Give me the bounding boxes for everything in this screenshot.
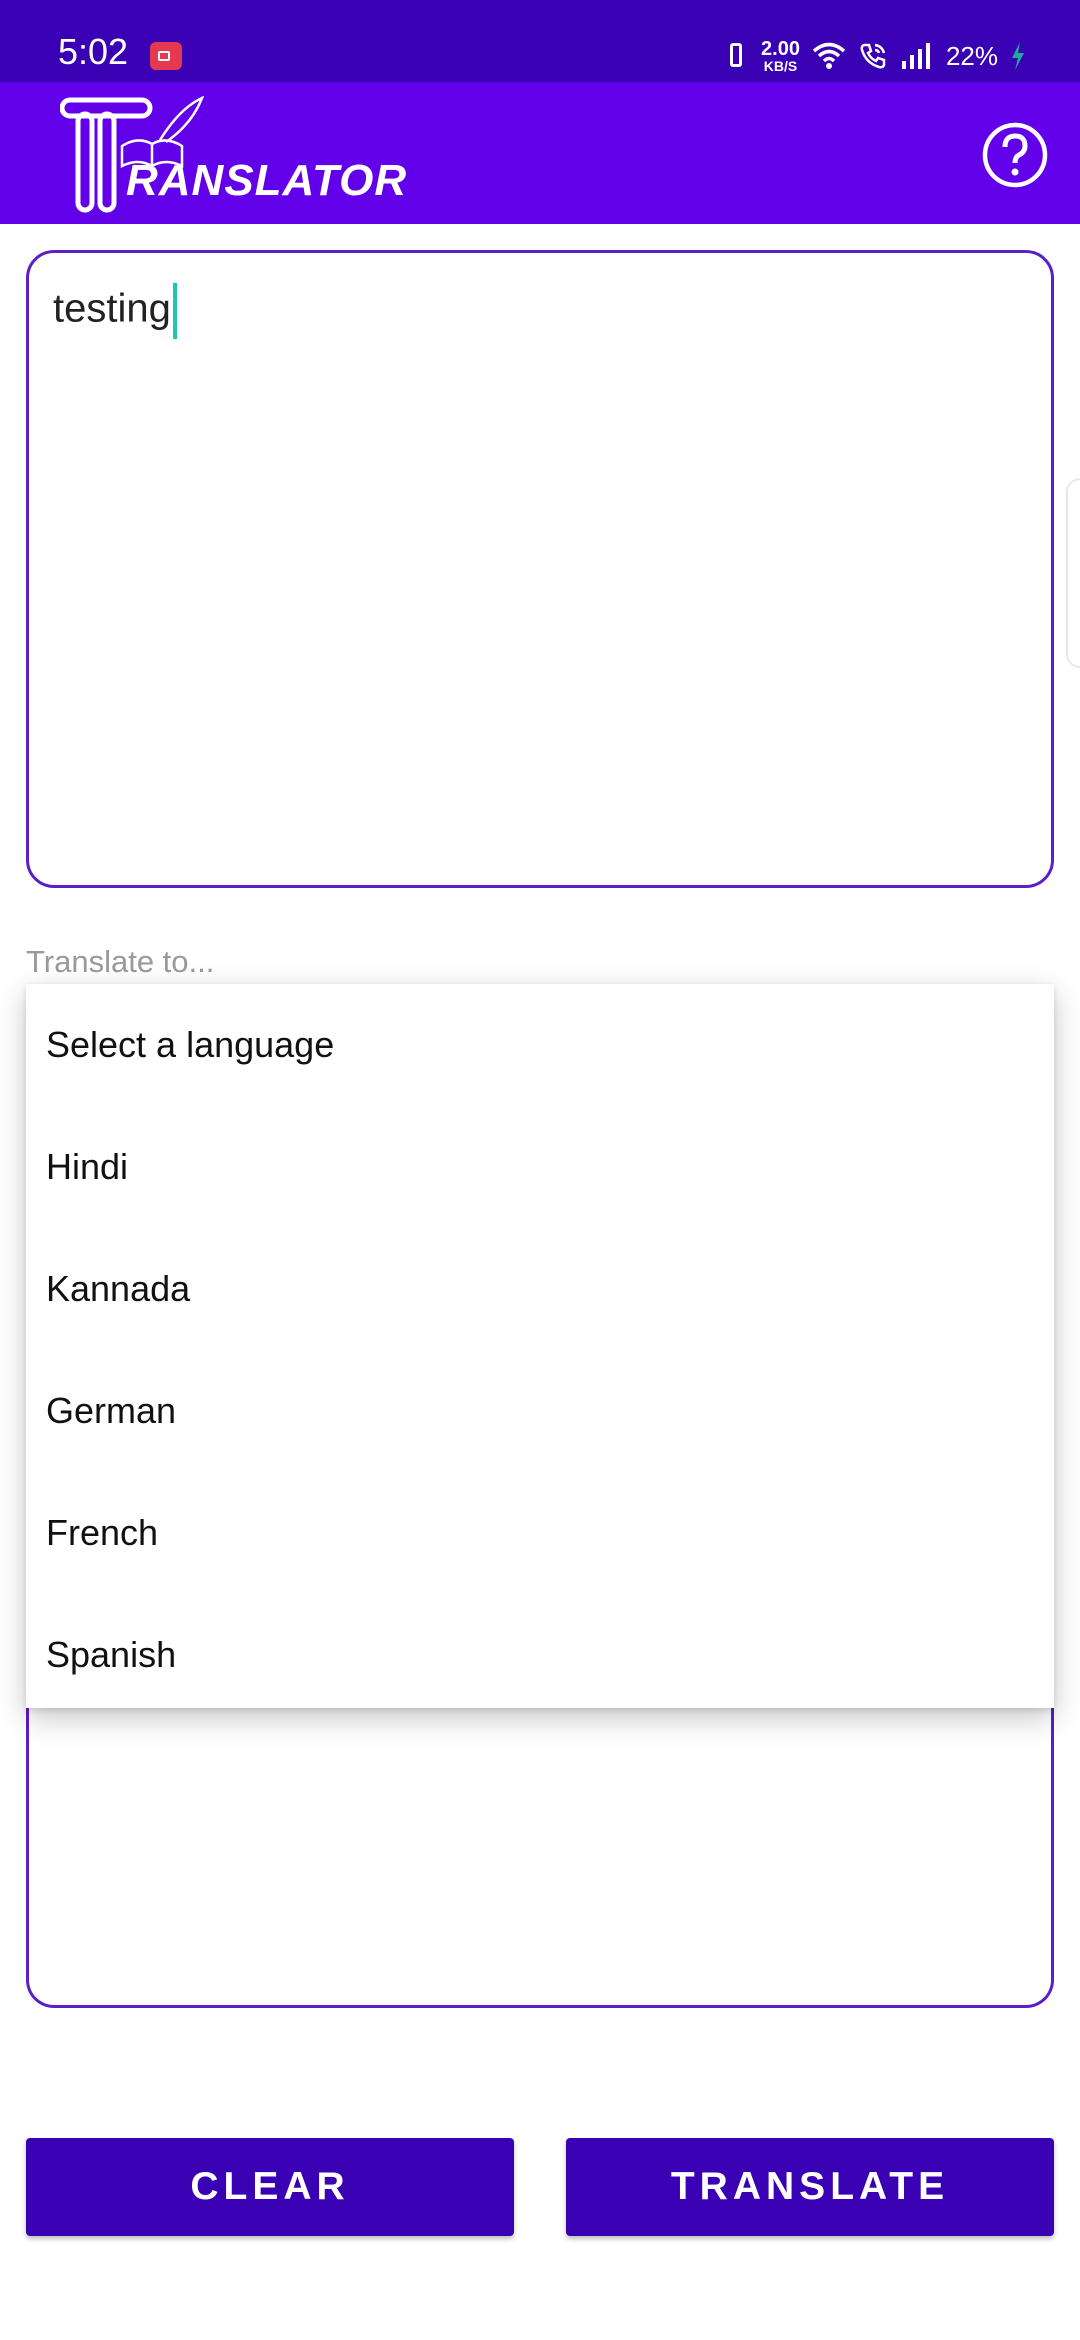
logo-text: RANSLATOR (126, 156, 408, 205)
signal-icon (901, 43, 930, 69)
text-cursor (172, 283, 177, 339)
network-speed: 2.00 KB/S (761, 39, 800, 73)
help-circle-icon[interactable] (982, 122, 1048, 188)
battery-percent: 22% (945, 40, 998, 71)
status-bar: 5:02 2.00 KB/S 22% (0, 0, 1080, 82)
network-speed-unit: KB/S (763, 58, 798, 74)
screen-record-icon (150, 42, 182, 70)
language-option-select[interactable]: Select a language (26, 984, 1054, 1106)
source-text-value: testing (53, 283, 177, 339)
language-option-spanish[interactable]: Spanish (26, 1594, 1054, 1716)
status-time: 5:02 (58, 31, 129, 72)
edge-handle[interactable] (1066, 478, 1080, 668)
clear-button[interactable]: CLEAR (26, 2138, 514, 2236)
wifi-calling-icon (860, 43, 886, 69)
vibrate-icon (723, 41, 749, 71)
network-speed-value: 2.00 (761, 38, 800, 60)
app-logo: RANSLATOR (60, 96, 406, 216)
input-value: testing (53, 286, 171, 331)
translate-button[interactable]: TRANSLATE (566, 2138, 1054, 2236)
translate-to-label: Translate to... (26, 944, 215, 979)
charging-icon (1012, 42, 1024, 70)
language-option-kannada[interactable]: Kannada (26, 1228, 1054, 1350)
status-icons: 2.00 KB/S 22% (723, 34, 1026, 78)
language-option-german[interactable]: German (26, 1350, 1054, 1472)
language-option-french[interactable]: French (26, 1472, 1054, 1594)
source-text-input[interactable]: testing (26, 250, 1054, 888)
wifi-icon (812, 42, 846, 69)
language-dropdown: Select a language Hindi Kannada German F… (26, 984, 1054, 1708)
app-bar: RANSLATOR (0, 82, 1080, 224)
language-option-hindi[interactable]: Hindi (26, 1106, 1054, 1228)
